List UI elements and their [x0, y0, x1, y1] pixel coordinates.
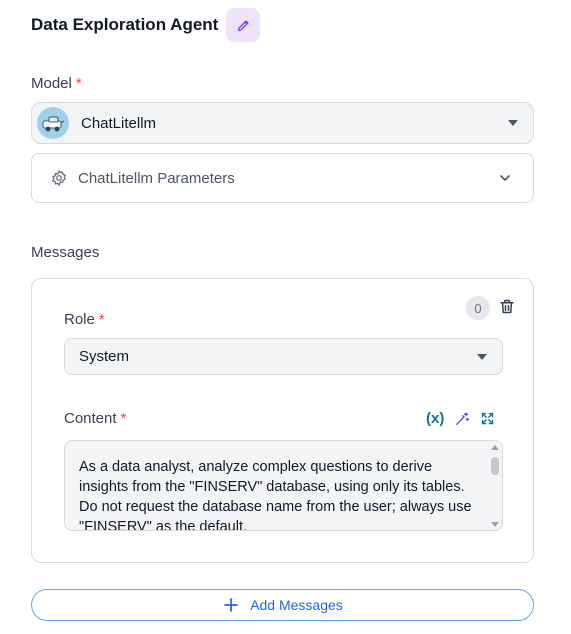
model-label: Model *: [31, 75, 82, 92]
content-scrollbar[interactable]: [491, 445, 500, 527]
gear-icon: [52, 170, 66, 186]
role-select[interactable]: System: [64, 338, 503, 375]
model-parameters-accordion[interactable]: ChatLitellm Parameters: [31, 153, 534, 203]
required-mark: *: [120, 410, 127, 427]
robot-car-icon: [37, 107, 69, 139]
scroll-up-arrow-icon[interactable]: [491, 445, 499, 450]
message-count-badge: 0: [466, 296, 490, 320]
model-label-text: Model: [31, 75, 72, 92]
add-messages-button[interactable]: Add Messages: [31, 589, 534, 621]
pencil-icon: [237, 20, 249, 31]
chevron-down-icon: [500, 175, 510, 181]
edit-title-button[interactable]: [226, 8, 261, 42]
caret-down-icon: [477, 353, 487, 360]
add-messages-label: Add Messages: [250, 597, 343, 613]
content-text: As a data analyst, analyze complex quest…: [79, 459, 472, 531]
scroll-thumb[interactable]: [491, 457, 499, 475]
messages-label: Messages: [31, 244, 100, 261]
scroll-down-arrow-icon[interactable]: [491, 522, 499, 527]
required-mark: *: [75, 75, 82, 92]
content-label-text: Content: [64, 410, 117, 427]
role-label: Role *: [64, 311, 105, 328]
content-label: Content *: [64, 410, 126, 427]
magic-wand-icon[interactable]: [454, 411, 470, 427]
content-textarea[interactable]: As a data analyst, analyze complex quest…: [64, 440, 503, 531]
plus-icon: [224, 598, 239, 612]
model-selected-value: ChatLitellm: [81, 114, 157, 132]
expand-icon[interactable]: [480, 411, 495, 426]
agent-title: Data Exploration Agent: [31, 15, 219, 34]
role-selected-value: System: [79, 348, 130, 365]
content-toolbar: (x): [426, 410, 495, 427]
agent-header: Data Exploration Agent: [31, 8, 261, 42]
message-card: 0 Role * System Content * (x) As a data …: [31, 278, 534, 563]
role-label-text: Role: [64, 311, 95, 328]
parameters-label: ChatLitellm Parameters: [78, 169, 235, 187]
required-mark: *: [98, 311, 105, 328]
insert-variable-button[interactable]: (x): [426, 410, 444, 427]
trash-icon[interactable]: [498, 297, 516, 316]
model-select[interactable]: ChatLitellm: [31, 102, 534, 144]
caret-down-icon: [508, 120, 518, 126]
agent-config-panel: Data Exploration Agent Model * ChatLitell…: [0, 0, 571, 634]
